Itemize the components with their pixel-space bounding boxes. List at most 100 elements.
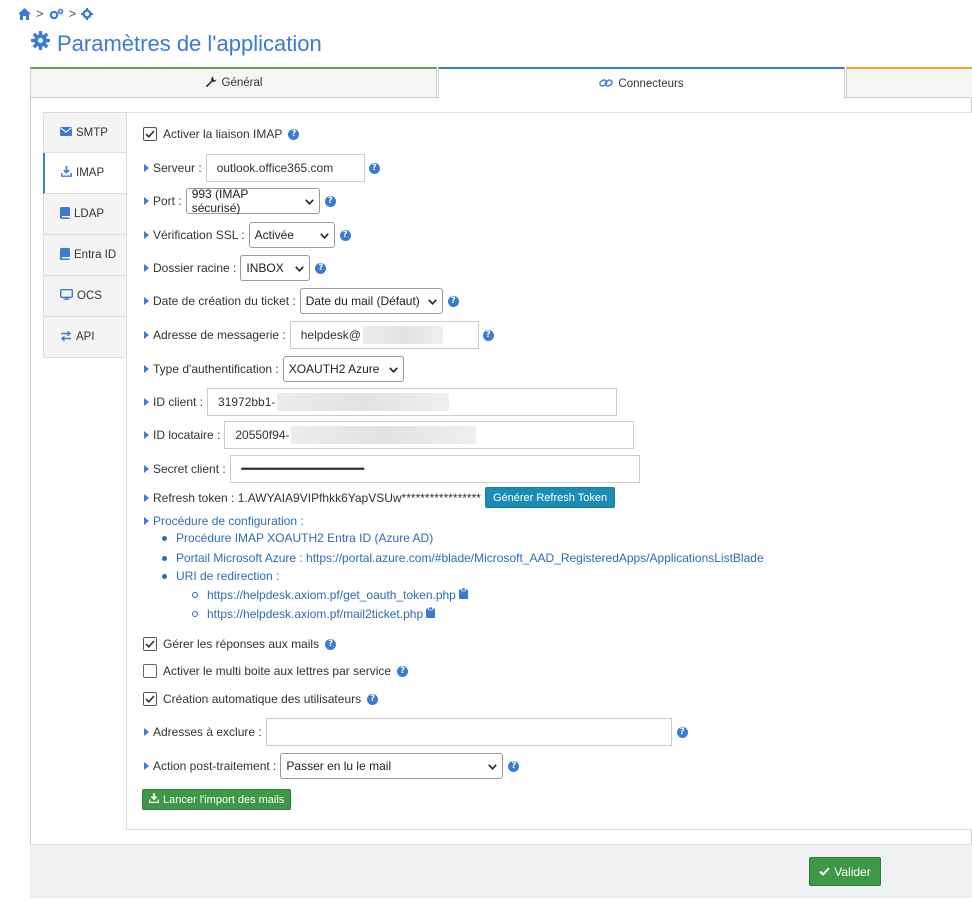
procedure-link[interactable]: Procédure IMAP XOAUTH2 Entra ID (Azure A…	[176, 531, 433, 545]
post-processing-row: Action post-traitement : Passer en lu le…	[143, 753, 520, 779]
chevron-down-icon	[427, 294, 437, 308]
side-tab-api[interactable]: API	[43, 317, 127, 358]
help-icon[interactable]: ?	[324, 195, 336, 207]
help-icon[interactable]: ?	[508, 760, 520, 772]
auto-create-users-label: Création automatique des utilisateurs	[163, 692, 362, 706]
auto-create-users-checkbox[interactable]	[143, 692, 157, 706]
client-id-input[interactable]: 31972bb1-	[207, 388, 618, 416]
caret-right-icon	[144, 365, 149, 373]
side-tab-smtp[interactable]: SMTP	[43, 112, 127, 153]
clipboard-icon[interactable]	[458, 587, 468, 602]
tab-connecteurs[interactable]: Connecteurs	[438, 67, 845, 99]
manage-replies-row: Gérer les réponses aux mails ?	[143, 637, 337, 651]
email-row: Adresse de messagerie : helpdesk@ ?	[143, 321, 494, 349]
server-input[interactable]: outlook.office365.com	[205, 154, 365, 182]
caret-right-icon	[144, 297, 149, 305]
check-icon	[819, 865, 830, 879]
port-select[interactable]: 993 (IMAP sécurisé)	[185, 187, 320, 215]
help-icon[interactable]: ?	[367, 693, 379, 705]
help-icon[interactable]: ?	[397, 665, 409, 677]
validate-button[interactable]: Valider	[809, 857, 881, 886]
tenant-id-label: ID locataire :	[153, 428, 221, 442]
help-icon[interactable]: ?	[288, 128, 300, 140]
caret-right-icon	[144, 431, 149, 439]
tab-general[interactable]: Général	[30, 67, 437, 98]
generate-refresh-token-button[interactable]: Générer Refresh Token	[484, 487, 616, 508]
ticket-date-label: Date de création du ticket :	[153, 294, 296, 308]
home-icon[interactable]	[18, 7, 31, 20]
top-tabs: Général Connecteurs	[30, 67, 972, 99]
help-icon[interactable]: ?	[676, 726, 688, 738]
side-tab-label: LDAP	[74, 208, 105, 220]
launch-import-button[interactable]: Lancer l'import des mails	[142, 789, 292, 810]
download-icon	[61, 166, 72, 180]
tenant-id-row: ID locataire : 20550f94-	[143, 421, 635, 449]
caret-right-icon	[144, 231, 149, 239]
client-secret-input[interactable]: ••••••••••••••••••••••••••••••••••••••••…	[229, 455, 640, 483]
help-icon[interactable]: ?	[368, 162, 380, 174]
auth-type-select[interactable]: XOAUTH2 Azure	[282, 356, 404, 382]
port-row: Port : 993 (IMAP sécurisé) ?	[143, 187, 336, 215]
gear-icon[interactable]	[81, 7, 94, 20]
manage-replies-label: Gérer les réponses aux mails	[163, 637, 320, 651]
tenant-id-input-value: 20550f94-	[235, 428, 290, 442]
help-icon[interactable]: ?	[447, 295, 459, 307]
procedure-label: Procédure de configuration :	[153, 514, 304, 528]
exchange-icon	[60, 330, 72, 344]
post-processing-select[interactable]: Passer en lu le mail	[280, 753, 504, 779]
redacted-text	[291, 426, 477, 444]
tab-other[interactable]	[846, 67, 972, 98]
enable-imap-checkbox[interactable]	[143, 127, 157, 141]
ssl-select-value: Activée	[254, 228, 294, 242]
bullet-dot	[162, 573, 167, 579]
multi-mailbox-checkbox[interactable]	[143, 664, 157, 678]
bullet-circle	[192, 592, 198, 598]
port-select-value: 993 (IMAP sécurisé)	[191, 187, 249, 215]
help-icon[interactable]: ?	[325, 638, 337, 650]
side-tab-label: API	[76, 331, 95, 343]
ticket-date-select-value: Date du mail (Défaut)	[305, 294, 420, 308]
caret-right-icon	[144, 164, 149, 172]
caret-right-icon	[144, 197, 149, 205]
ssl-select[interactable]: Activée	[248, 222, 335, 248]
tab-general-label: Général	[221, 77, 263, 89]
side-tab-ocs[interactable]: OCS	[43, 276, 127, 317]
server-label: Serveur :	[153, 161, 202, 175]
azure-portal-link[interactable]: Portail Microsoft Azure : https://portal…	[176, 551, 764, 565]
server-input-value: outlook.office365.com	[216, 161, 334, 175]
server-row: Serveur : outlook.office365.com ?	[143, 154, 380, 182]
page-title-text: Paramètres de l'application	[57, 30, 322, 56]
ssl-row: Vérification SSL : Activée ?	[143, 222, 351, 248]
client-secret-row: Secret client : ••••••••••••••••••••••••…	[143, 455, 640, 483]
help-icon[interactable]: ?	[339, 229, 351, 241]
redirect-uri-2: https://helpdesk.axiom.pf/mail2ticket.ph…	[207, 607, 424, 621]
exclude-addresses-input[interactable]	[265, 718, 672, 746]
list-item: https://helpdesk.axiom.pf/mail2ticket.ph…	[192, 606, 436, 621]
side-tab-ldap[interactable]: LDAP	[43, 194, 127, 235]
caret-right-icon	[144, 493, 149, 502]
breadcrumb: > >	[18, 6, 94, 21]
chevron-down-icon	[304, 194, 314, 208]
ticket-date-select[interactable]: Date du mail (Défaut)	[299, 288, 443, 314]
tenant-id-input[interactable]: 20550f94-	[224, 421, 635, 449]
root-folder-select[interactable]: INBOX	[240, 255, 311, 281]
side-tab-label: Entra ID	[74, 249, 117, 261]
chevron-down-icon	[295, 261, 305, 275]
help-icon[interactable]: ?	[482, 329, 494, 341]
bullet-dot	[162, 535, 167, 541]
cogs-icon[interactable]	[49, 8, 64, 20]
clipboard-icon[interactable]	[426, 606, 436, 621]
email-input[interactable]: helpdesk@	[289, 321, 479, 349]
side-tab-entra-id[interactable]: Entra ID	[43, 235, 127, 276]
help-icon[interactable]: ?	[315, 262, 327, 274]
email-label: Adresse de messagerie :	[153, 328, 286, 342]
manage-replies-checkbox[interactable]	[143, 637, 157, 651]
side-tab-label: SMTP	[76, 126, 108, 139]
caret-right-icon	[144, 331, 149, 339]
side-tab-label: OCS	[77, 290, 102, 302]
redacted-text	[362, 326, 443, 344]
caret-right-icon	[144, 728, 149, 736]
auto-create-users-row: Création automatique des utilisateurs ?	[143, 692, 379, 706]
root-folder-row: Dossier racine : INBOX ?	[143, 255, 327, 281]
side-tab-imap[interactable]: IMAP	[43, 153, 128, 194]
